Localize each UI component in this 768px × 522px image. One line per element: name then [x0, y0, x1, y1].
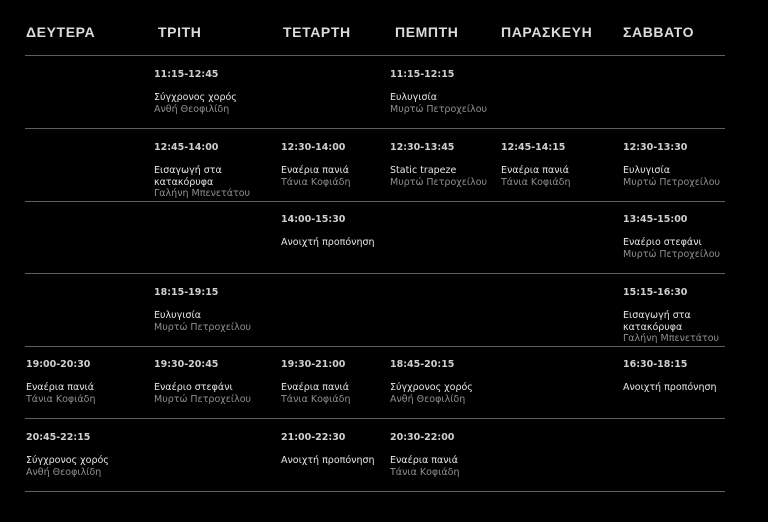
- class-time: 12:30-13:45: [390, 142, 455, 153]
- instructor-name: Μυρτώ Πετροχείλου: [390, 103, 488, 115]
- class-name: Εναέρια πανιά: [501, 165, 569, 176]
- class-name: Εναέρια πανιά: [390, 455, 458, 466]
- instructor-name: Γαλήνη Μπενετάτου: [623, 333, 720, 344]
- class-time: 12:45-14:15: [501, 142, 566, 153]
- day-header: ΤΕΤΑΡΤΗ: [283, 24, 351, 40]
- class-time: 19:30-20:45: [154, 359, 219, 370]
- row-divider: [25, 418, 725, 419]
- class-time: 12:30-13:30: [623, 142, 688, 153]
- class-time: 12:30-14:00: [281, 142, 346, 153]
- class-time: 11:15-12:15: [390, 69, 455, 80]
- class-name: Εναέριο στεφάνι: [623, 237, 702, 248]
- class-time: 11:15-12:45: [154, 69, 219, 80]
- class-name: Εναέρια πανιά: [281, 382, 349, 393]
- schedule-cell: 18:15-19:15 Ευλυγισία Μυρτώ Πετροχείλου: [154, 287, 274, 333]
- class-name: Εναέρια πανιά: [26, 382, 94, 393]
- class-time: 15:15-16:30: [623, 287, 688, 298]
- schedule-cell: 12:30-13:30 Ευλυγισία Μυρτώ Πετροχείλου: [623, 142, 743, 188]
- class-name: Εναέριο στεφάνι: [154, 382, 233, 393]
- schedule-cell: 12:45-14:00 Εισαγωγή στα κατακόρυφα Γαλήνη…: [154, 142, 274, 200]
- schedule-cell: 16:30-18:15 Ανοιχτή προπόνηση: [623, 359, 743, 394]
- class-name: Σύγχρονος χορός: [154, 92, 237, 103]
- schedule-cell: 12:30-13:45 Static trapeze Μυρτώ Πετροχείλ…: [390, 142, 510, 188]
- instructor-name: Μυρτώ Πετροχείλου: [623, 248, 721, 260]
- instructor-name: Ανθή Θεοφιλίδη: [26, 466, 102, 478]
- instructor-name: Γαλήνη Μπενετάτου: [154, 188, 251, 199]
- schedule-cell: 11:15-12:15 Ευλυγισία Μυρτώ Πετροχείλου: [390, 69, 510, 115]
- instructor-name: Μυρτώ Πετροχείλου: [623, 176, 721, 188]
- day-header: ΣΑΒΒΑΤΟ: [623, 24, 695, 40]
- schedule-cell: 20:30-22:00 Εναέρια πανιά Τάνια Κοφιάδη: [390, 432, 510, 478]
- schedule-cell: 21:00-22:30 Ανοιχτή προπόνηση: [281, 432, 401, 467]
- class-name: Σύγχρονος χορός: [26, 455, 109, 466]
- class-name: Ανοιχτή προπόνηση: [281, 455, 375, 466]
- class-time: 13:45-15:00: [623, 214, 688, 225]
- class-name: Εισαγωγή στα κατακόρυφα: [154, 165, 222, 188]
- row-divider: [25, 346, 725, 347]
- schedule-cell: 13:45-15:00 Εναέριο στεφάνι Μυρτώ Πετροχεί…: [623, 214, 743, 260]
- instructor-name: Τάνια Κοφιάδη: [26, 393, 96, 405]
- instructor-name: Ανθή Θεοφιλίδη: [390, 393, 466, 405]
- class-time: 20:30-22:00: [390, 432, 455, 443]
- schedule-cell: 18:45-20:15 Σύγχρονος χορός Ανθή Θεοφιλίδη: [390, 359, 510, 405]
- class-time: 21:00-22:30: [281, 432, 346, 443]
- schedule-cell: 11:15-12:45 Σύγχρονος χορός Ανθή Θεοφιλίδη: [154, 69, 274, 115]
- row-divider: [25, 491, 725, 492]
- day-header: ΔΕΥΤΕΡΑ: [26, 24, 96, 40]
- row-divider: [25, 273, 725, 274]
- class-name: Ευλυγισία: [390, 92, 437, 103]
- class-name: Εισαγωγή στα κατακόρυφα: [623, 310, 691, 333]
- instructor-name: Μυρτώ Πετροχείλου: [390, 176, 488, 188]
- class-name: Σύγχρονος χορός: [390, 382, 473, 393]
- class-time: 14:00-15:30: [281, 214, 346, 225]
- schedule-cell: 12:30-14:00 Εναέρια πανιά Τάνια Κοφιάδη: [281, 142, 401, 188]
- class-name: Ανοιχτή προπόνηση: [623, 382, 717, 393]
- schedule-cell: 14:00-15:30 Ανοιχτή προπόνηση: [281, 214, 401, 249]
- class-time: 19:00-20:30: [26, 359, 91, 370]
- row-divider: [25, 55, 725, 56]
- schedule-cell: 12:45-14:15 Εναέρια πανιά Τάνια Κοφιάδη: [501, 142, 621, 188]
- class-name: Static trapeze: [390, 165, 457, 176]
- class-name: Ευλυγισία: [623, 165, 670, 176]
- day-header: ΠΕΜΠΤΗ: [395, 24, 459, 40]
- instructor-name: Τάνια Κοφιάδη: [501, 176, 571, 188]
- instructor-name: Μυρτώ Πετροχείλου: [154, 321, 252, 333]
- instructor-name: Ανθή Θεοφιλίδη: [154, 103, 230, 115]
- schedule-cell: 19:30-20:45 Εναέριο στεφάνι Μυρτώ Πετροχεί…: [154, 359, 274, 405]
- schedule-cell: 19:00-20:30 Εναέρια πανιά Τάνια Κοφιάδη: [26, 359, 146, 405]
- class-name: Ευλυγισία: [154, 310, 201, 321]
- class-time: 12:45-14:00: [154, 142, 219, 153]
- class-name: Ανοιχτή προπόνηση: [281, 237, 375, 248]
- class-time: 16:30-18:15: [623, 359, 688, 370]
- day-header: ΠΑΡΑΣΚΕΥΗ: [501, 24, 593, 40]
- schedule-cell: 15:15-16:30 Εισαγωγή στα κατακόρυφα Γαλήνη…: [623, 287, 743, 345]
- class-time: 20:45-22:15: [26, 432, 91, 443]
- instructor-name: Τάνια Κοφιάδη: [390, 466, 460, 478]
- class-time: 18:45-20:15: [390, 359, 455, 370]
- schedule-cell: 19:30-21:00 Εναέρια πανιά Τάνια Κοφιάδη: [281, 359, 401, 405]
- instructor-name: Τάνια Κοφιάδη: [281, 393, 351, 405]
- schedule-cell: 20:45-22:15 Σύγχρονος χορός Ανθή Θεοφιλίδη: [26, 432, 146, 478]
- row-divider: [25, 201, 725, 202]
- row-divider: [25, 128, 725, 129]
- day-header: ΤΡΙΤΗ: [158, 24, 202, 40]
- class-time: 19:30-21:00: [281, 359, 346, 370]
- class-time: 18:15-19:15: [154, 287, 219, 298]
- class-name: Εναέρια πανιά: [281, 165, 349, 176]
- instructor-name: Τάνια Κοφιάδη: [281, 176, 351, 188]
- instructor-name: Μυρτώ Πετροχείλου: [154, 393, 252, 405]
